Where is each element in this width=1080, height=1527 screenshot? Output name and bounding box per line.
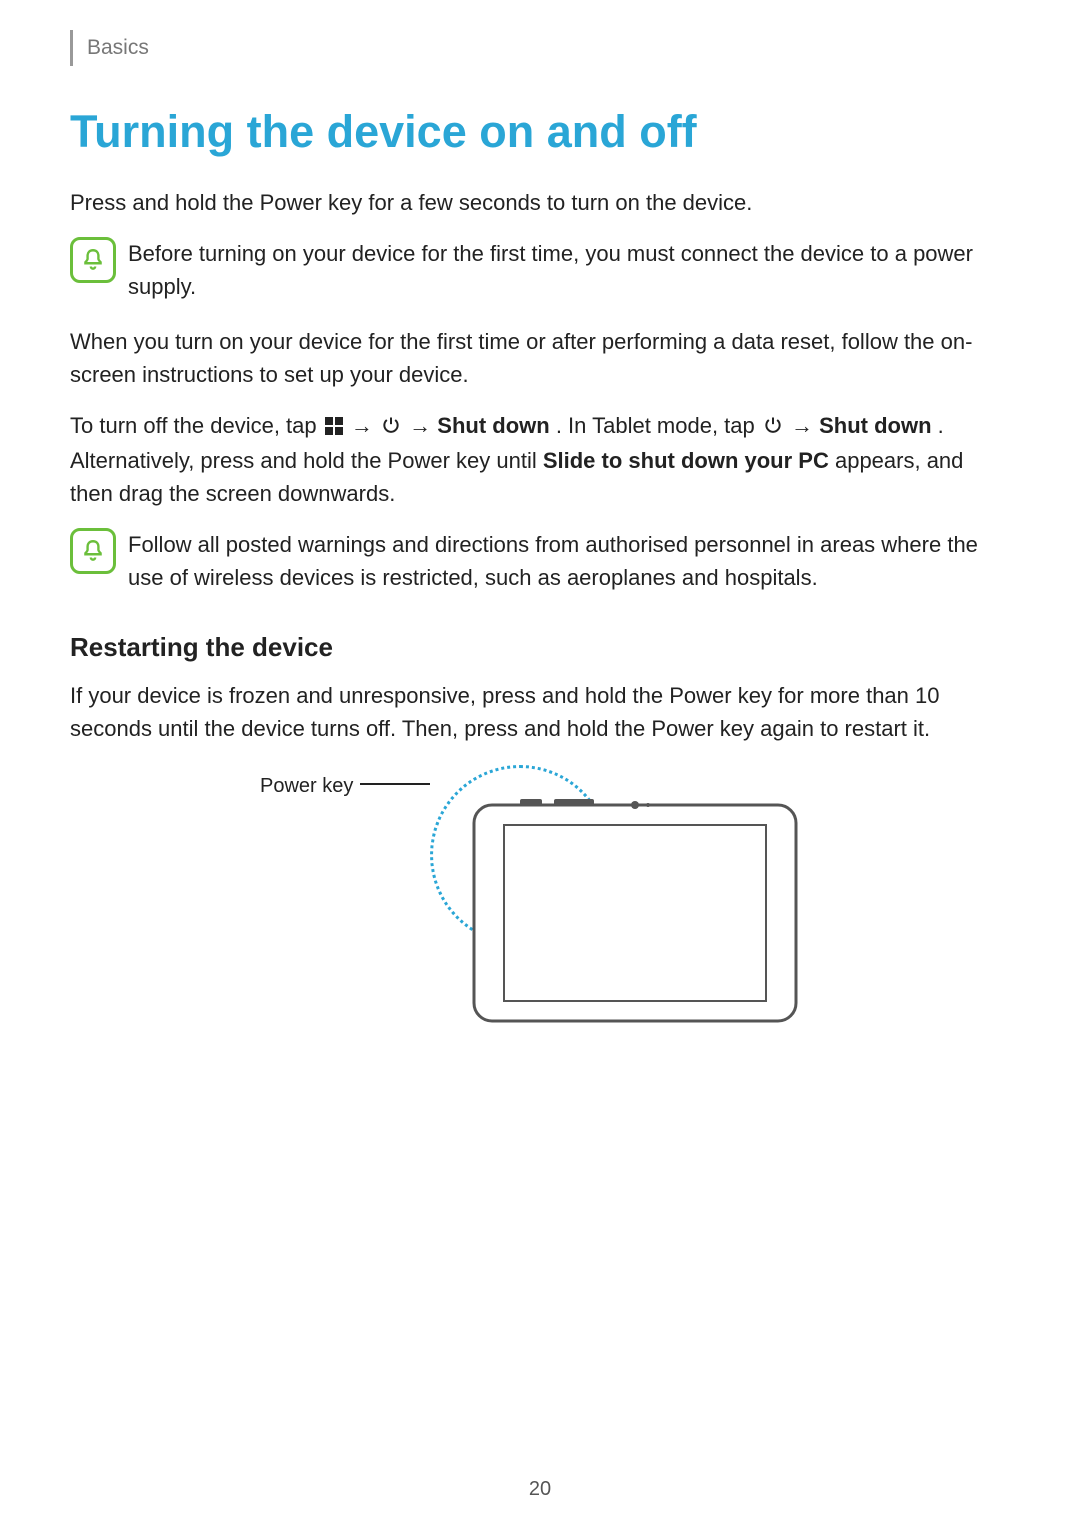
power-icon (381, 411, 401, 444)
first-time-paragraph: When you turn on your device for the fir… (70, 325, 1010, 391)
arrow-text-2: → (409, 413, 437, 438)
arrow-text-3: → (791, 413, 819, 438)
note-icon-wrap (70, 528, 116, 574)
callout-line (360, 783, 430, 785)
note-icon-wrap (70, 237, 116, 283)
note-text: Before turning on your device for the fi… (128, 237, 1010, 303)
restart-heading: Restarting the device (70, 632, 1010, 663)
turn-off-paragraph: To turn off the device, tap → → Shut dow… (70, 409, 1010, 510)
restart-body: If your device is frozen and unresponsiv… (70, 679, 1010, 745)
power-icon (763, 411, 783, 444)
header-section-text: Basics (87, 36, 149, 60)
power-key-label: Power key (260, 775, 353, 798)
slide-bold: Slide to shut down your PC (543, 448, 829, 473)
turnoff-pre: To turn off the device, tap (70, 413, 323, 438)
note-restricted-areas: Follow all posted warnings and direction… (70, 528, 1010, 594)
header-divider (70, 30, 73, 66)
page-title: Turning the device on and off (70, 106, 1010, 158)
page-number: 20 (0, 1478, 1080, 1501)
turnoff-mid1: . In Tablet mode, tap (556, 413, 761, 438)
power-key-figure: Power key (260, 765, 820, 1025)
running-header: Basics (70, 30, 1010, 66)
start-icon (325, 411, 343, 444)
arrow-text-1: → (351, 413, 379, 438)
intro-paragraph: Press and hold the Power key for a few s… (70, 186, 1010, 219)
tablet-illustration (470, 795, 800, 1025)
note-text: Follow all posted warnings and direction… (128, 528, 1010, 594)
bell-icon (70, 528, 116, 574)
shutdown-bold-1: Shut down (437, 413, 549, 438)
shutdown-bold-2: Shut down (819, 413, 931, 438)
note-power-supply: Before turning on your device for the fi… (70, 237, 1010, 303)
bell-icon (70, 237, 116, 283)
page-container: Basics Turning the device on and off Pre… (0, 0, 1080, 1527)
